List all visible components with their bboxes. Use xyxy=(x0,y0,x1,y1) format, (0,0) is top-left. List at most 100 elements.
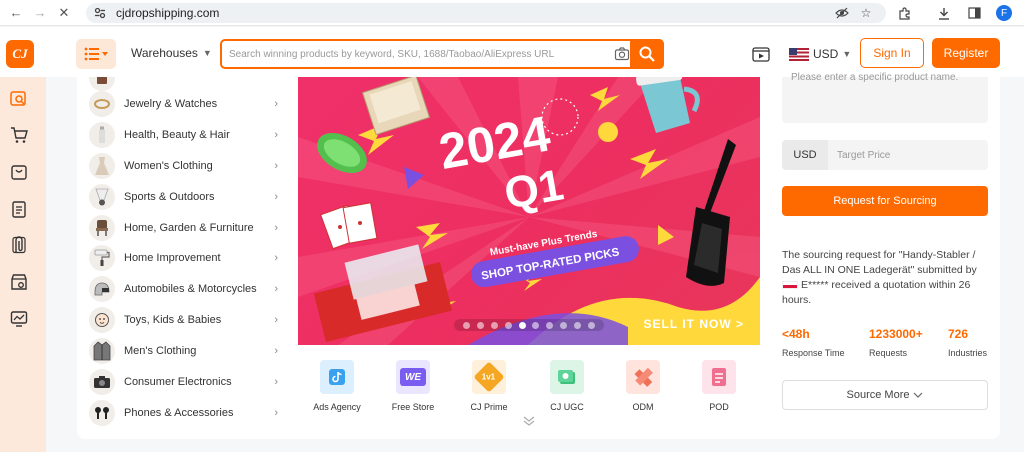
category-item[interactable]: Women's Clothing › xyxy=(86,151,286,181)
stat-requests: 1233000+ Requests xyxy=(869,327,923,358)
request-sourcing-button[interactable]: Request for Sourcing xyxy=(782,186,988,216)
back-icon[interactable]: ← xyxy=(6,3,26,23)
carousel-dot[interactable] xyxy=(477,321,485,329)
chevron-right-icon: › xyxy=(274,252,278,264)
chevron-right-icon: › xyxy=(274,222,278,234)
service-pod[interactable]: POD xyxy=(688,360,750,412)
chevron-right-icon: › xyxy=(274,98,278,110)
category-item[interactable]: Toys, Kids & Babies › xyxy=(86,305,286,335)
category-item[interactable]: Home Improvement › xyxy=(86,243,286,273)
category-menu-button[interactable] xyxy=(76,39,116,69)
stat-industries: 726 Industries xyxy=(948,327,987,358)
source-more-button[interactable]: Source More xyxy=(782,380,988,410)
category-item[interactable]: Phones & Accessories › xyxy=(86,398,286,428)
avatar: F xyxy=(996,5,1012,21)
sourcing-request-input[interactable]: Please enter a specific product name. xyxy=(782,72,988,123)
carousel-dot[interactable] xyxy=(559,321,567,329)
chevron-right-icon: › xyxy=(274,314,278,326)
ugc-icon xyxy=(550,360,584,394)
warehouses-dropdown[interactable]: Warehouses ▼ xyxy=(131,46,212,60)
service-label: CJ UGC xyxy=(550,402,584,412)
search-button[interactable] xyxy=(630,39,664,69)
search-products-icon xyxy=(10,91,26,106)
image-search-camera-icon[interactable] xyxy=(614,46,630,62)
country-flag-icon xyxy=(782,281,798,290)
address-bar[interactable]: cjdropshipping.com ☆ xyxy=(86,3,886,23)
category-item[interactable]: Health, Beauty & Hair › xyxy=(86,120,286,150)
extensions-area: F xyxy=(892,3,1012,23)
profile-avatar[interactable]: F xyxy=(996,5,1012,21)
service-label: Ads Agency xyxy=(313,402,361,412)
site-settings-icon[interactable] xyxy=(92,5,108,21)
sidebar-item-store[interactable] xyxy=(9,162,29,182)
extensions-puzzle-icon[interactable] xyxy=(896,5,912,21)
video-tutorial-icon[interactable] xyxy=(752,46,770,62)
bookmark-star-icon[interactable]: ☆ xyxy=(858,5,874,21)
sidebar-item-orders[interactable] xyxy=(9,199,29,219)
carousel-dot[interactable] xyxy=(573,321,581,329)
category-item[interactable]: Consumer Electronics › xyxy=(86,367,286,397)
sidebar-item-logistics[interactable] xyxy=(9,272,29,292)
chevron-right-icon: › xyxy=(274,129,278,141)
currency-label: USD xyxy=(813,47,839,61)
currency-selector[interactable]: USD ▼ xyxy=(789,47,851,61)
category-item[interactable]: Automobiles & Motorcycles › xyxy=(86,274,286,304)
source-more-label: Source More xyxy=(846,389,910,401)
category-item[interactable]: Jewelry & Watches › xyxy=(86,89,286,119)
download-icon[interactable] xyxy=(936,5,952,21)
carousel-dot[interactable] xyxy=(463,321,471,329)
stat-label: Response Time xyxy=(782,348,845,358)
dress-icon xyxy=(89,153,115,179)
category-label: Consumer Electronics xyxy=(124,376,232,388)
service-label: ODM xyxy=(632,402,654,412)
paperclip-icon xyxy=(12,236,26,254)
earbuds-icon xyxy=(89,400,115,426)
category-item[interactable]: Men's Clothing › xyxy=(86,336,286,366)
side-panel-icon[interactable] xyxy=(966,5,982,21)
promo-banner-carousel[interactable]: 2024 Q1 Must-have Plus Trends SHOP TOP-R… xyxy=(298,77,760,345)
carousel-dot[interactable] xyxy=(518,321,526,329)
service-cj-ugc[interactable]: CJ UGC xyxy=(536,360,598,412)
search-input[interactable] xyxy=(229,45,609,63)
carousel-dot[interactable] xyxy=(587,321,595,329)
chevron-down-icon xyxy=(914,392,923,398)
category-item[interactable]: Home, Garden & Furniture › xyxy=(86,213,286,243)
category-label: Automobiles & Motorcycles xyxy=(124,283,257,295)
service-ads-agency[interactable]: Ads Agency xyxy=(306,360,368,412)
service-cj-prime[interactable]: 1v1 CJ Prime xyxy=(458,360,520,412)
store-settings-icon xyxy=(11,274,27,290)
sell-it-now-link[interactable]: SELL IT NOW > xyxy=(644,317,744,331)
sign-in-button[interactable]: Sign In xyxy=(860,38,924,68)
we-badge: WE xyxy=(400,368,426,386)
sidebar-item-cart[interactable] xyxy=(9,125,29,145)
category-item[interactable]: Sports & Outdoors › xyxy=(86,182,286,212)
service-free-store[interactable]: WE Free Store xyxy=(382,360,444,412)
category-label: Women's Clothing xyxy=(124,160,213,172)
banner-quarter: Q1 xyxy=(501,160,567,218)
note-user: E***** xyxy=(801,279,829,291)
expand-chevron-icon[interactable] xyxy=(523,416,535,429)
carousel-dot[interactable] xyxy=(490,321,498,329)
target-price-field[interactable]: USD Target Price xyxy=(782,140,988,170)
search-icon xyxy=(639,46,655,62)
stat-value: 1233000+ xyxy=(869,327,923,341)
register-button[interactable]: Register xyxy=(932,38,1000,68)
stop-loading-icon[interactable]: ✕ xyxy=(54,3,74,23)
category-label: Toys, Kids & Babies xyxy=(124,314,222,326)
service-label: POD xyxy=(709,402,729,412)
service-odm[interactable]: ODM xyxy=(612,360,674,412)
cj-logo[interactable]: CJ xyxy=(6,40,34,68)
chevron-right-icon: › xyxy=(274,407,278,419)
carousel-dot[interactable] xyxy=(532,321,540,329)
sidebar-item-product-search[interactable] xyxy=(9,89,29,109)
product-toothpick-box xyxy=(361,77,431,136)
forward-icon[interactable]: → xyxy=(30,3,50,23)
sidebar-item-analytics[interactable] xyxy=(9,309,29,329)
orders-list-icon xyxy=(12,201,26,218)
eye-off-icon[interactable] xyxy=(834,5,850,21)
carousel-dot[interactable] xyxy=(546,321,554,329)
chair-icon xyxy=(89,215,115,241)
sidebar-item-sourcing[interactable] xyxy=(9,235,29,255)
carousel-dot[interactable] xyxy=(504,321,512,329)
jacket-icon xyxy=(89,338,115,364)
